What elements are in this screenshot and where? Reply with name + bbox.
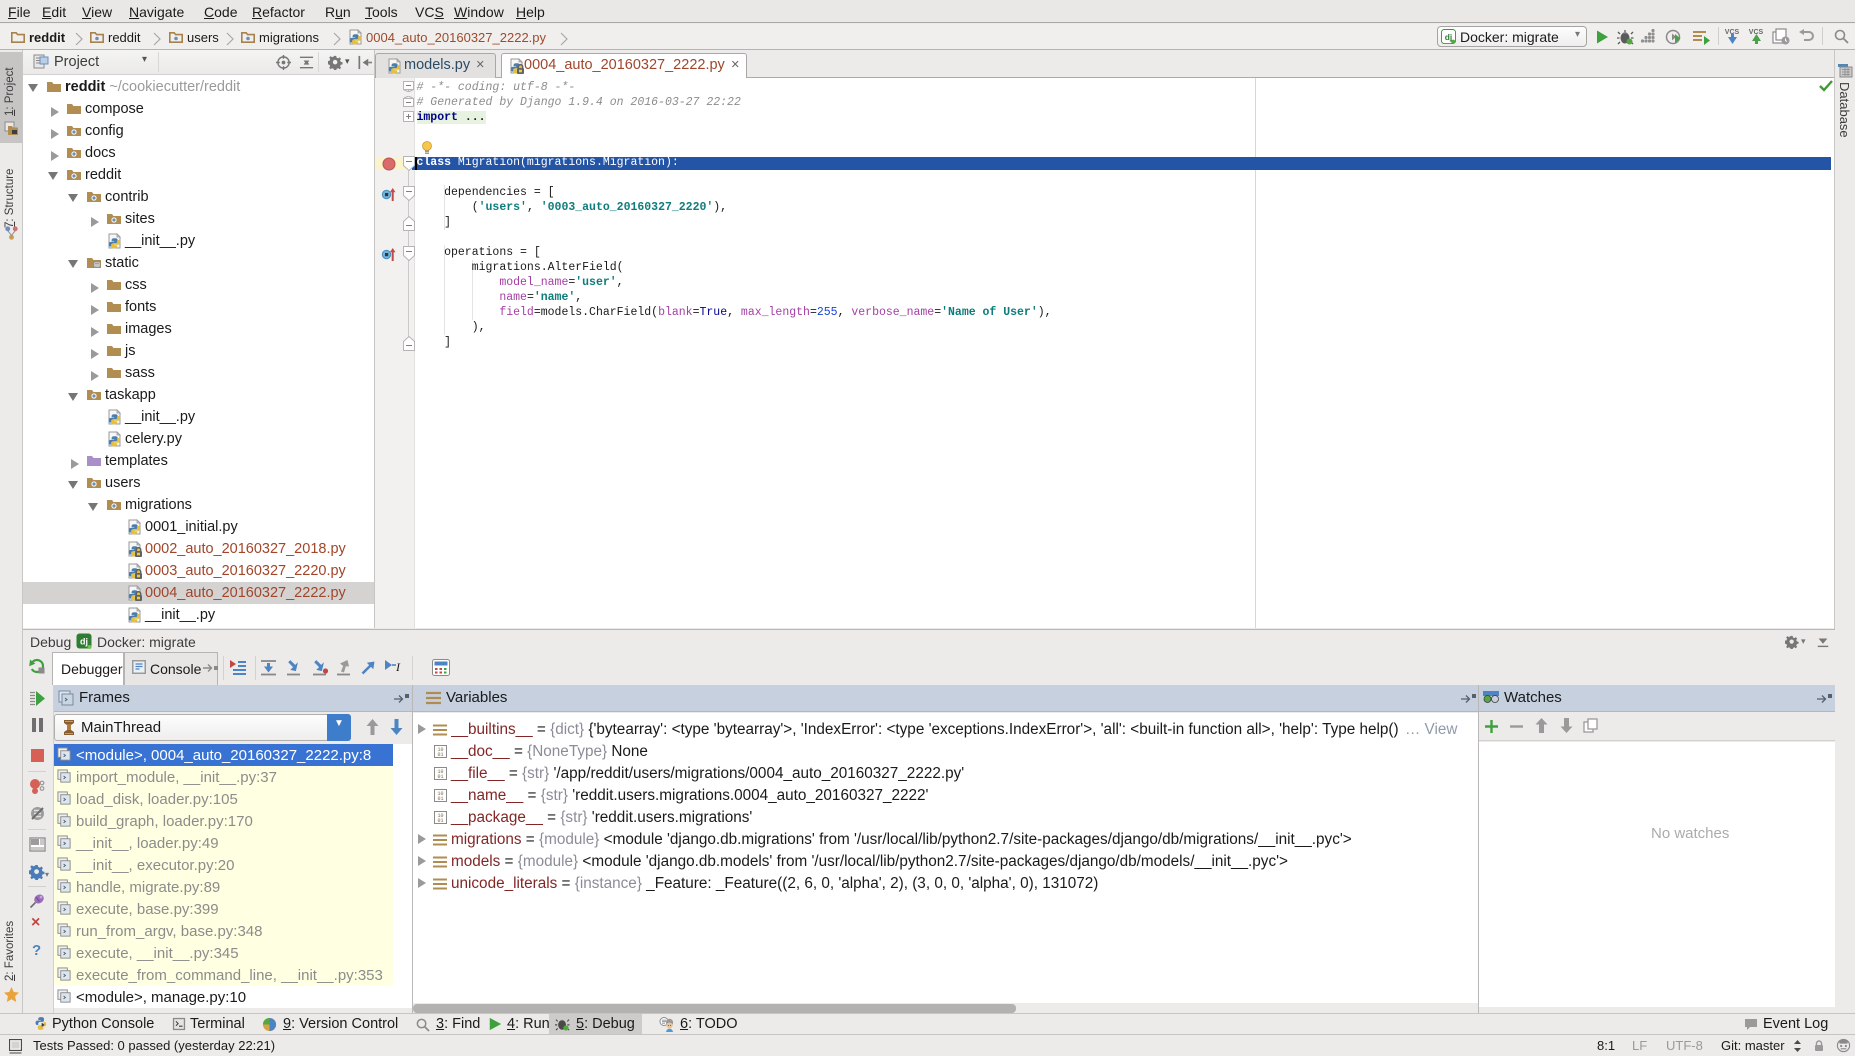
svg-text:dj: dj: [80, 637, 88, 647]
svg-text:01: 01: [437, 752, 443, 758]
svg-text:01: 01: [437, 796, 443, 802]
svg-text:I: I: [395, 660, 401, 674]
svg-text:01: 01: [437, 818, 443, 824]
svg-text:01: 01: [437, 774, 443, 780]
svg-text:dj: dj: [1445, 32, 1452, 42]
